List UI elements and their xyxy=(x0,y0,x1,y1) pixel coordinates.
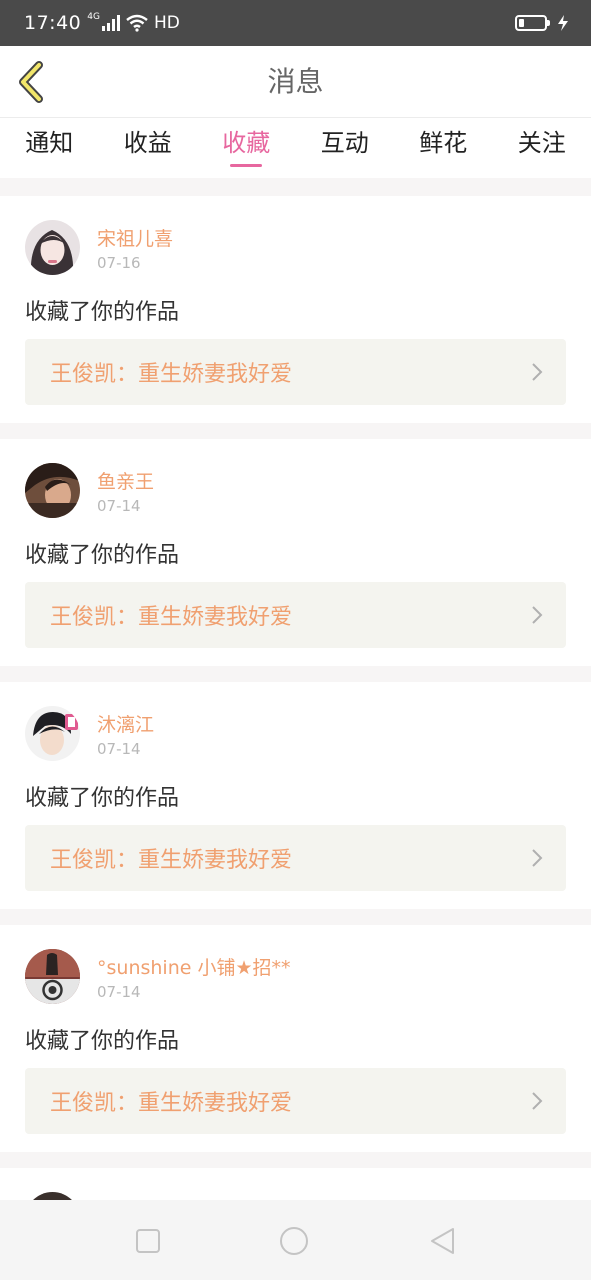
work-link[interactable]: 王俊凯：重生娇妻我好爱 xyxy=(25,339,566,405)
tab-flowers[interactable]: 鲜花 xyxy=(394,118,493,178)
page-title: 消息 xyxy=(267,65,324,98)
user-name[interactable]: 宋祖儿喜 xyxy=(97,224,173,251)
message-list: 宋祖儿喜 07-16 收藏了你的作品 王俊凯：重生娇妻我好爱 鱼亲王 07-14… xyxy=(0,196,591,1247)
avatar[interactable] xyxy=(25,949,80,1004)
wifi-icon xyxy=(126,14,148,32)
work-link[interactable]: 王俊凯：重生娇妻我好爱 xyxy=(25,582,566,648)
message-card: 鱼亲王 07-14 收藏了你的作品 王俊凯：重生娇妻我好爱 xyxy=(0,439,591,666)
hd-label: HD xyxy=(153,13,180,33)
triangle-back-icon[interactable] xyxy=(428,1226,458,1256)
action-text: 收藏了你的作品 xyxy=(25,786,180,811)
chevron-right-icon xyxy=(532,1092,543,1110)
status-left: 17:40 4G HD xyxy=(24,12,180,34)
battery-icon xyxy=(515,15,550,31)
work-link[interactable]: 王俊凯：重生娇妻我好爱 xyxy=(25,1068,566,1134)
tab-follows[interactable]: 关注 xyxy=(493,118,591,178)
user-name[interactable]: 鱼亲王 xyxy=(97,467,154,494)
header: 消息 xyxy=(0,46,591,118)
tab-favorites[interactable]: 收藏 xyxy=(197,118,296,178)
work-title: 王俊凯：重生娇妻我好爱 xyxy=(50,848,293,873)
message-date: 07-14 xyxy=(97,740,141,758)
message-card: 宋祖儿喜 07-16 收藏了你的作品 王俊凯：重生娇妻我好爱 xyxy=(0,196,591,423)
message-card: 沐漓江 07-14 收藏了你的作品 王俊凯：重生娇妻我好爱 xyxy=(0,682,591,909)
action-text: 收藏了你的作品 xyxy=(25,1029,180,1054)
work-title: 王俊凯：重生娇妻我好爱 xyxy=(50,1091,293,1116)
message-card: °sunshine 小铺★招** 07-14 收藏了你的作品 王俊凯：重生娇妻我… xyxy=(0,925,591,1152)
chevron-right-icon xyxy=(532,849,543,867)
work-title: 王俊凯：重生娇妻我好爱 xyxy=(50,605,293,630)
avatar[interactable] xyxy=(25,463,80,518)
work-title: 王俊凯：重生娇妻我好爱 xyxy=(50,362,293,387)
tab-notifications[interactable]: 通知 xyxy=(0,118,99,178)
system-nav-bar xyxy=(0,1200,591,1280)
status-right xyxy=(515,15,569,31)
chevron-right-icon xyxy=(532,363,543,381)
message-date: 07-16 xyxy=(97,254,141,272)
signal-icon xyxy=(101,15,120,31)
square-icon[interactable] xyxy=(133,1226,163,1256)
status-time: 17:40 xyxy=(24,12,82,34)
message-date: 07-14 xyxy=(97,497,141,515)
user-name[interactable]: 沐漓江 xyxy=(97,710,154,737)
status-bar: 17:40 4G HD xyxy=(0,0,591,46)
circle-icon[interactable] xyxy=(279,1226,309,1256)
charging-icon xyxy=(558,15,568,31)
network-type: 4G xyxy=(87,12,100,22)
chevron-right-icon xyxy=(532,606,543,624)
tab-interactions[interactable]: 互动 xyxy=(296,118,395,178)
avatar[interactable] xyxy=(25,706,80,761)
work-link[interactable]: 王俊凯：重生娇妻我好爱 xyxy=(25,825,566,891)
action-text: 收藏了你的作品 xyxy=(25,543,180,568)
avatar[interactable] xyxy=(25,220,80,275)
message-date: 07-14 xyxy=(97,983,141,1001)
tab-earnings[interactable]: 收益 xyxy=(99,118,198,178)
tab-bar: 通知 收益 收藏 互动 鲜花 关注 xyxy=(0,118,591,178)
action-text: 收藏了你的作品 xyxy=(25,300,180,325)
user-name[interactable]: °sunshine 小铺★招** xyxy=(97,953,291,980)
